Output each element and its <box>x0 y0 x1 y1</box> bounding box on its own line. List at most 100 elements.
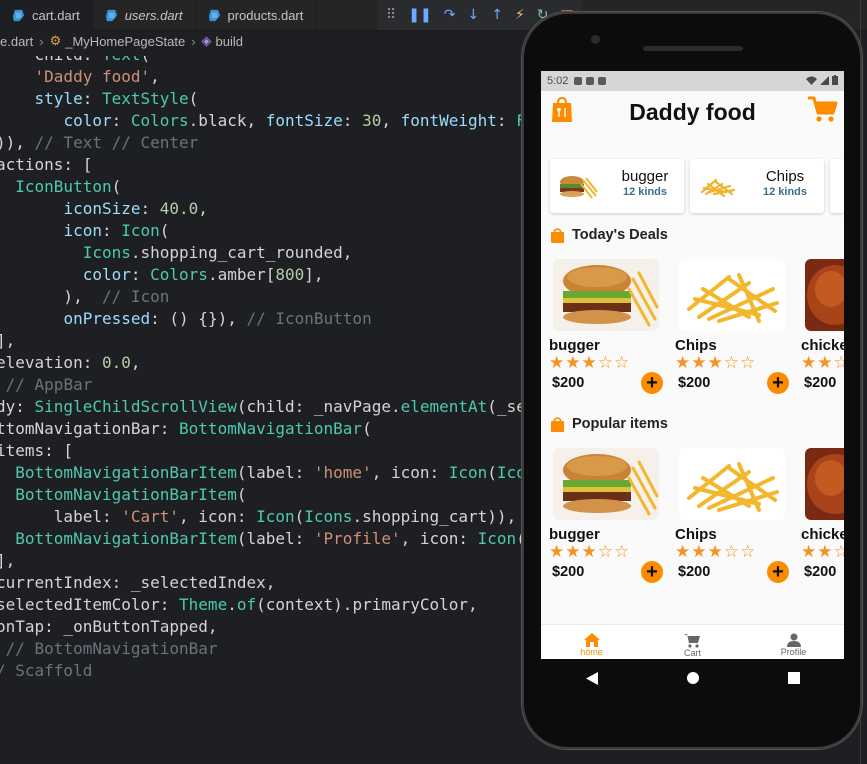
nav-item-cart[interactable]: Cart <box>642 625 743 659</box>
step-into-icon[interactable]: ↓ <box>467 7 479 23</box>
wifi-icon <box>806 76 817 85</box>
burger-thumbnail <box>560 176 598 199</box>
home-icon <box>583 633 600 647</box>
product-card[interactable]: chicke ★★☆☆☆ $200 <box>801 259 844 399</box>
tab-label: products.dart <box>227 7 304 23</box>
rating-stars: ★ ★ ★ ☆ ☆ <box>549 542 630 561</box>
tab-label: cart.dart <box>32 7 80 23</box>
add-to-cart-button[interactable]: + <box>767 561 789 583</box>
category-card[interactable] <box>830 159 844 213</box>
person-icon <box>786 633 801 647</box>
category-count: 12 kinds <box>622 186 668 198</box>
bottom-navigation-bar: home Cart Profile <box>541 624 844 659</box>
shopping-bag-icon <box>551 416 564 432</box>
dart-file-icon <box>105 9 117 21</box>
burger-image <box>553 259 659 331</box>
chicken-image <box>805 448 844 520</box>
product-price: $200 <box>804 564 837 580</box>
shopping-bag-icon <box>551 227 564 243</box>
section-title: Today's Deals <box>572 227 668 243</box>
nav-label: Cart <box>683 648 701 658</box>
chips-image <box>679 259 785 331</box>
tab-cart-dart[interactable]: cart.dart <box>0 0 93 30</box>
drag-handle-icon[interactable]: ⠿ <box>386 7 396 23</box>
signal-icon <box>820 75 829 85</box>
cart-icon <box>684 634 700 648</box>
status-time: 5:02 <box>547 75 569 87</box>
product-price: $200 <box>552 375 585 391</box>
nav-item-profile[interactable]: Profile <box>743 625 844 659</box>
product-price: $200 <box>552 564 585 580</box>
tab-products-dart[interactable]: products.dart <box>196 0 317 30</box>
breadcrumb-file[interactable]: e.dart <box>0 34 33 49</box>
chips-image <box>679 448 785 520</box>
dart-file-icon <box>208 9 220 21</box>
notification-icon <box>598 77 607 85</box>
product-name: Chips <box>675 337 717 354</box>
battery-icon <box>832 75 838 85</box>
product-card[interactable]: bugger ★ ★ ★ ☆ ☆ $200 + <box>549 259 663 399</box>
product-price: $200 <box>678 564 711 580</box>
code-editor[interactable]: child: Text( 'Daddy food', style: TextSt… <box>0 56 556 746</box>
shopping-cart-icon[interactable] <box>808 95 838 123</box>
nav-label: Profile <box>780 647 807 657</box>
chevron-right-icon: › <box>39 33 44 49</box>
step-out-icon[interactable]: ↑ <box>491 7 503 23</box>
category-name: Chips <box>765 168 805 185</box>
deals-list: bugger ★ ★ ★ ☆ ☆ $200 + Chips ★ ★ ★ ☆ ☆ $200 + <box>549 259 844 399</box>
app-screen: 5:02 Daddy food bugger 12 kinds Chips 12… <box>541 71 844 659</box>
category-list: bugger 12 kinds Chips 12 kinds <box>550 159 844 213</box>
android-nav-bar <box>541 659 844 697</box>
category-name: bugger <box>621 168 669 185</box>
product-card[interactable]: Chips ★ ★ ★ ☆ ☆ $200 + <box>675 448 789 588</box>
recents-icon[interactable] <box>787 672 800 684</box>
nav-item-home[interactable]: home <box>541 625 642 659</box>
section-header: Today's Deals <box>551 227 668 243</box>
class-icon: ⚙ <box>49 33 62 48</box>
add-to-cart-button[interactable]: + <box>767 372 789 394</box>
burger-image <box>553 448 659 520</box>
add-to-cart-button[interactable]: + <box>641 372 663 394</box>
back-icon[interactable] <box>585 671 598 685</box>
home-button-icon[interactable] <box>686 672 699 684</box>
popular-list: bugger ★ ★ ★ ☆ ☆ $200 + Chips ★ ★ ★ ☆ ☆ $200 + <box>549 448 844 588</box>
product-name: chicke <box>801 337 844 354</box>
method-icon: ◈ <box>201 33 212 48</box>
product-name: Chips <box>675 526 717 543</box>
section-header: Popular items <box>551 416 668 432</box>
rating-stars: ★ ★ ★ ☆ ☆ <box>675 353 756 372</box>
section-title: Popular items <box>572 416 668 432</box>
rating-stars: ★ ★ ★ ☆ ☆ <box>549 353 630 372</box>
chevron-right-icon: › <box>191 33 196 49</box>
chips-thumbnail <box>700 178 736 198</box>
product-price: $200 <box>678 375 711 391</box>
breadcrumb-method[interactable]: build <box>216 34 243 49</box>
speaker-grille <box>643 46 743 51</box>
add-to-cart-button[interactable]: + <box>641 561 663 583</box>
product-card[interactable]: chicke ★★☆☆☆ $200 <box>801 448 844 588</box>
product-price: $200 <box>804 375 837 391</box>
tab-label: users.dart <box>124 7 183 23</box>
rating-stars: ★★☆☆☆ <box>801 542 844 561</box>
nav-label: home <box>580 647 603 657</box>
product-card[interactable]: Chips ★ ★ ★ ☆ ☆ $200 + <box>675 259 789 399</box>
pause-icon[interactable]: ❚❚ <box>408 7 431 23</box>
android-emulator: 5:02 Daddy food bugger 12 kinds Chips 12… <box>522 12 862 749</box>
category-card[interactable]: Chips 12 kinds <box>690 159 824 213</box>
tab-users-dart[interactable]: users.dart <box>93 0 196 30</box>
status-bar: 5:02 <box>541 71 844 91</box>
app-title: Daddy food <box>629 99 756 125</box>
category-card[interactable]: bugger 12 kinds <box>550 159 684 213</box>
camera-icon <box>591 35 600 44</box>
notification-icon <box>574 77 583 85</box>
chicken-image <box>805 259 844 331</box>
notification-icon <box>586 77 595 85</box>
product-name: chicke <box>801 526 844 543</box>
hot-reload-icon[interactable]: ⚡ <box>515 7 525 23</box>
rating-stars: ★ ★ ★ ☆ ☆ <box>675 542 756 561</box>
breadcrumb-class[interactable]: _MyHomePageState <box>65 34 185 49</box>
product-card[interactable]: bugger ★ ★ ★ ☆ ☆ $200 + <box>549 448 663 588</box>
step-over-icon[interactable]: ↷ <box>444 7 456 23</box>
dart-file-icon <box>12 9 25 21</box>
rating-stars: ★★☆☆☆ <box>801 353 844 372</box>
